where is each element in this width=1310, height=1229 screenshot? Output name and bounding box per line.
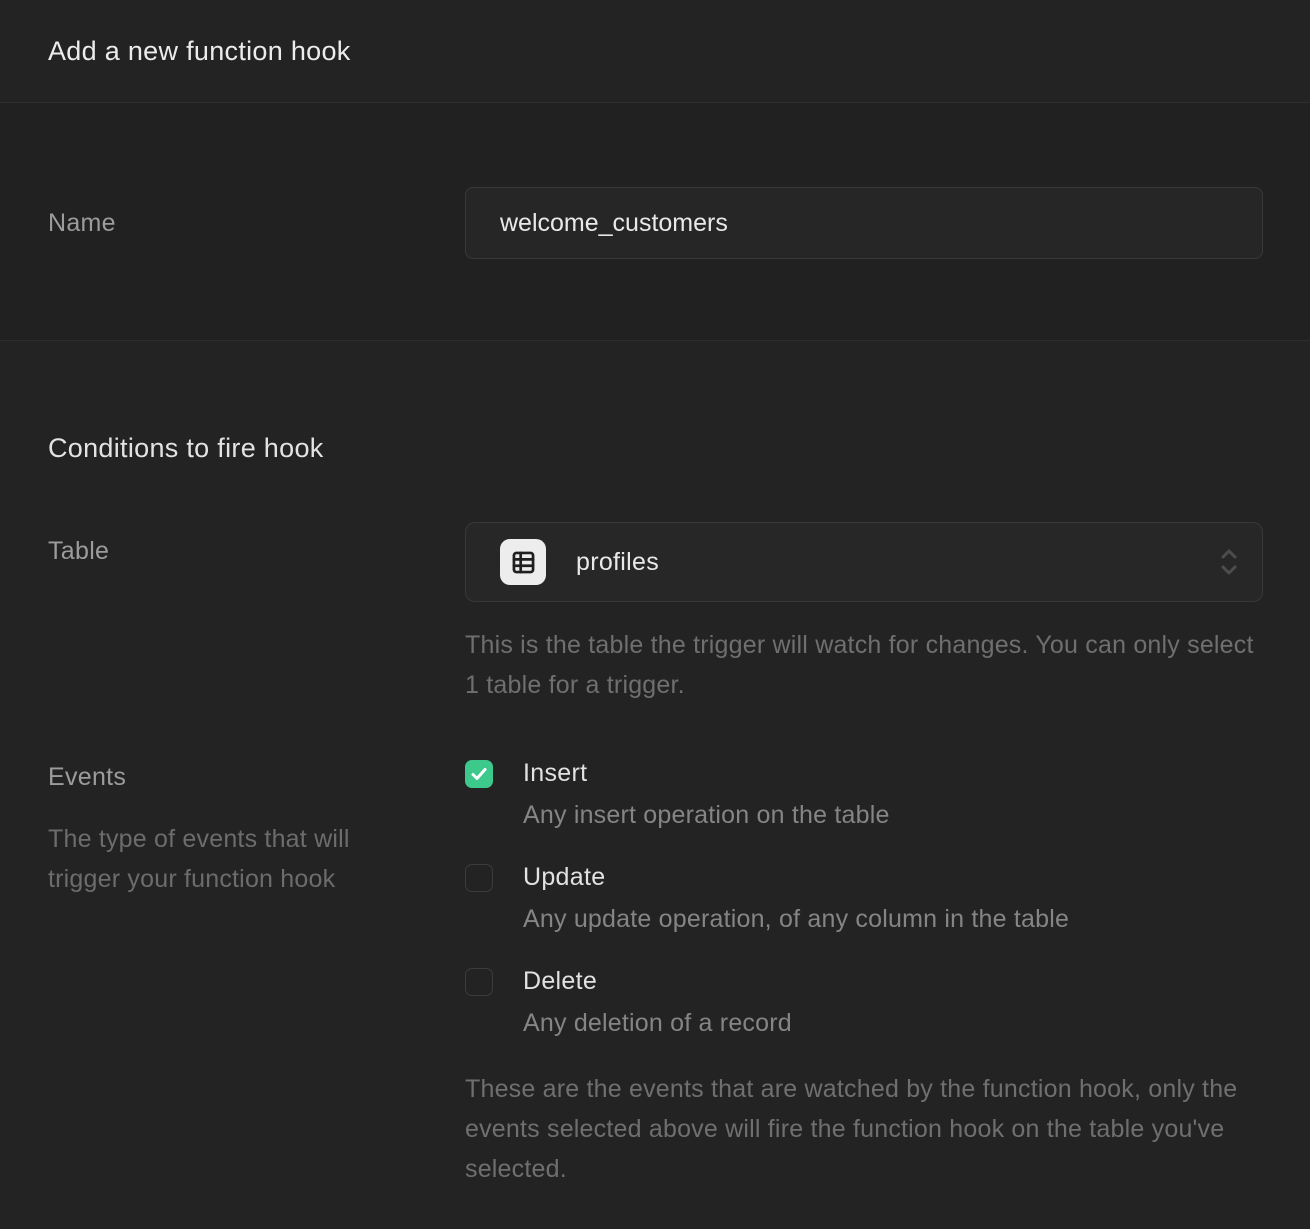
events-description: The type of events that will trigger you… (48, 819, 408, 899)
table-help-text: This is the table the trigger will watch… (465, 625, 1263, 705)
panel-header: Add a new function hook (0, 0, 1310, 103)
conditions-section: Conditions to fire hook Table profiles (0, 341, 1310, 1229)
event-option-update: Update Any update operation, of any colu… (465, 861, 1263, 934)
event-option-insert: Insert Any insert operation on the table (465, 757, 1263, 830)
delete-checkbox[interactable] (465, 968, 493, 996)
events-help-text: These are the events that are watched by… (465, 1069, 1263, 1189)
name-section: Name (0, 103, 1310, 341)
events-options: Insert Any insert operation on the table… (465, 757, 1263, 1189)
events-label: Events (48, 763, 465, 792)
table-label: Table (48, 522, 465, 705)
table-icon (500, 539, 546, 585)
check-icon (470, 765, 488, 783)
event-option-delete: Delete Any deletion of a record (465, 965, 1263, 1038)
name-label: Name (48, 209, 465, 238)
update-checkbox[interactable] (465, 864, 493, 892)
insert-description: Any insert operation on the table (523, 800, 1263, 830)
name-input[interactable] (465, 187, 1263, 259)
delete-label[interactable]: Delete (523, 965, 1263, 997)
delete-description: Any deletion of a record (523, 1008, 1263, 1038)
table-select-value: profiles (576, 548, 659, 577)
add-function-hook-panel: Add a new function hook Name Conditions … (0, 0, 1310, 1222)
insert-checkbox[interactable] (465, 760, 493, 788)
chevron-up-down-icon (1218, 547, 1240, 577)
table-field-row: Table profiles (0, 522, 1310, 705)
conditions-heading: Conditions to fire hook (0, 433, 1310, 464)
events-field-row: Events The type of events that will trig… (0, 757, 1310, 1189)
table-field: profiles This is the table the trigger w… (465, 522, 1263, 705)
update-description: Any update operation, of any column in t… (523, 904, 1263, 934)
table-select[interactable]: profiles (465, 522, 1263, 602)
insert-label[interactable]: Insert (523, 757, 1263, 789)
page-title: Add a new function hook (48, 36, 351, 67)
update-label[interactable]: Update (523, 861, 1263, 893)
events-left-column: Events The type of events that will trig… (48, 757, 465, 1189)
